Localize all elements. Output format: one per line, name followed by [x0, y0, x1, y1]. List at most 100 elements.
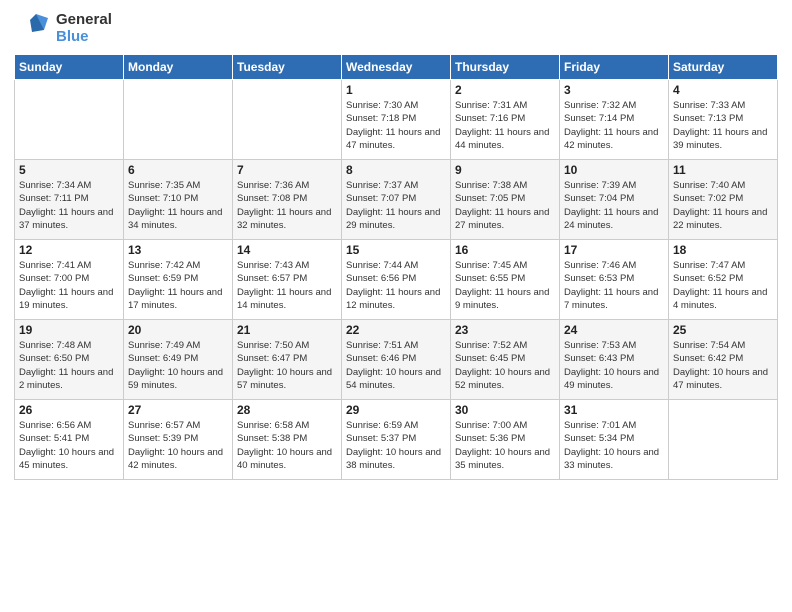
day-number: 5: [19, 163, 119, 177]
logo: General Blue: [14, 10, 112, 46]
day-info: Sunrise: 7:38 AM Sunset: 7:05 PM Dayligh…: [455, 179, 555, 232]
day-info: Sunrise: 7:34 AM Sunset: 7:11 PM Dayligh…: [19, 179, 119, 232]
day-number: 12: [19, 243, 119, 257]
logo-svg: [14, 10, 50, 46]
day-info: Sunrise: 7:33 AM Sunset: 7:13 PM Dayligh…: [673, 99, 773, 152]
day-number: 25: [673, 323, 773, 337]
day-info: Sunrise: 6:57 AM Sunset: 5:39 PM Dayligh…: [128, 419, 228, 472]
day-info: Sunrise: 7:35 AM Sunset: 7:10 PM Dayligh…: [128, 179, 228, 232]
day-info: Sunrise: 7:46 AM Sunset: 6:53 PM Dayligh…: [564, 259, 664, 312]
day-number: 18: [673, 243, 773, 257]
header-cell-friday: Friday: [560, 55, 669, 80]
header-cell-saturday: Saturday: [669, 55, 778, 80]
day-number: 20: [128, 323, 228, 337]
day-cell: 29 Sunrise: 6:59 AM Sunset: 5:37 PM Dayli…: [342, 400, 451, 480]
day-info: Sunrise: 7:48 AM Sunset: 6:50 PM Dayligh…: [19, 339, 119, 392]
day-cell: 23 Sunrise: 7:52 AM Sunset: 6:45 PM Dayli…: [451, 320, 560, 400]
day-info: Sunrise: 6:59 AM Sunset: 5:37 PM Dayligh…: [346, 419, 446, 472]
day-number: 22: [346, 323, 446, 337]
day-info: Sunrise: 7:45 AM Sunset: 6:55 PM Dayligh…: [455, 259, 555, 312]
day-number: 7: [237, 163, 337, 177]
day-number: 13: [128, 243, 228, 257]
logo-blue-text: Blue: [56, 28, 112, 45]
day-number: 10: [564, 163, 664, 177]
day-cell: 17 Sunrise: 7:46 AM Sunset: 6:53 PM Dayli…: [560, 240, 669, 320]
day-cell: 21Sunrise: 7:50 AM Sunset: 6:47 PM Dayli…: [233, 320, 342, 400]
day-cell: 27Sunrise: 6:57 AM Sunset: 5:39 PM Dayli…: [124, 400, 233, 480]
day-cell: [15, 80, 124, 160]
day-number: 17: [564, 243, 664, 257]
day-number: 31: [564, 403, 664, 417]
day-info: Sunrise: 7:41 AM Sunset: 7:00 PM Dayligh…: [19, 259, 119, 312]
day-cell: 30 Sunrise: 7:00 AM Sunset: 5:36 PM Dayli…: [451, 400, 560, 480]
day-cell: 31 Sunrise: 7:01 AM Sunset: 5:34 PM Dayli…: [560, 400, 669, 480]
day-number: 28: [237, 403, 337, 417]
header-cell-thursday: Thursday: [451, 55, 560, 80]
day-number: 23: [455, 323, 555, 337]
day-cell: 15 Sunrise: 7:44 AM Sunset: 6:56 PM Dayli…: [342, 240, 451, 320]
day-info: Sunrise: 7:36 AM Sunset: 7:08 PM Dayligh…: [237, 179, 337, 232]
header-cell-monday: Monday: [124, 55, 233, 80]
day-cell: 19 Sunrise: 7:48 AM Sunset: 6:50 PM Dayli…: [15, 320, 124, 400]
logo-general-text: General: [56, 11, 112, 28]
day-number: 1: [346, 83, 446, 97]
day-cell: 1 Sunrise: 7:30 AM Sunset: 7:18 PM Daylig…: [342, 80, 451, 160]
day-info: Sunrise: 7:54 AM Sunset: 6:42 PM Dayligh…: [673, 339, 773, 392]
day-number: 30: [455, 403, 555, 417]
day-cell: 28 Sunrise: 6:58 AM Sunset: 5:38 PM Dayli…: [233, 400, 342, 480]
day-cell: 7 Sunrise: 7:36 AM Sunset: 7:08 PM Daylig…: [233, 160, 342, 240]
day-cell: 8Sunrise: 7:37 AM Sunset: 7:07 PM Daylig…: [342, 160, 451, 240]
day-info: Sunrise: 7:00 AM Sunset: 5:36 PM Dayligh…: [455, 419, 555, 472]
day-info: Sunrise: 6:56 AM Sunset: 5:41 PM Dayligh…: [19, 419, 119, 472]
day-cell: 9 Sunrise: 7:38 AM Sunset: 7:05 PM Daylig…: [451, 160, 560, 240]
header-cell-sunday: Sunday: [15, 55, 124, 80]
day-number: 4: [673, 83, 773, 97]
day-number: 11: [673, 163, 773, 177]
day-cell: 25 Sunrise: 7:54 AM Sunset: 6:42 PM Dayli…: [669, 320, 778, 400]
day-number: 9: [455, 163, 555, 177]
day-cell: 26 Sunrise: 6:56 AM Sunset: 5:41 PM Dayli…: [15, 400, 124, 480]
day-number: 16: [455, 243, 555, 257]
day-info: Sunrise: 7:01 AM Sunset: 5:34 PM Dayligh…: [564, 419, 664, 472]
day-info: Sunrise: 7:50 AM Sunset: 6:47 PM Dayligh…: [237, 339, 337, 392]
week-row-4: 19 Sunrise: 7:48 AM Sunset: 6:50 PM Dayli…: [15, 320, 778, 400]
day-cell: 18Sunrise: 7:47 AM Sunset: 6:52 PM Dayli…: [669, 240, 778, 320]
day-info: Sunrise: 7:44 AM Sunset: 6:56 PM Dayligh…: [346, 259, 446, 312]
day-info: Sunrise: 6:58 AM Sunset: 5:38 PM Dayligh…: [237, 419, 337, 472]
calendar-body: 1 Sunrise: 7:30 AM Sunset: 7:18 PM Daylig…: [15, 80, 778, 480]
day-cell: 6Sunrise: 7:35 AM Sunset: 7:10 PM Daylig…: [124, 160, 233, 240]
day-cell: 16 Sunrise: 7:45 AM Sunset: 6:55 PM Dayli…: [451, 240, 560, 320]
page-container: General Blue SundayMondayTuesdayWednesda…: [0, 0, 792, 488]
day-number: 19: [19, 323, 119, 337]
day-cell: 2 Sunrise: 7:31 AM Sunset: 7:16 PM Daylig…: [451, 80, 560, 160]
header-cell-wednesday: Wednesday: [342, 55, 451, 80]
day-number: 26: [19, 403, 119, 417]
page-header: General Blue: [14, 10, 778, 46]
header-cell-tuesday: Tuesday: [233, 55, 342, 80]
day-cell: [233, 80, 342, 160]
day-number: 3: [564, 83, 664, 97]
day-info: Sunrise: 7:43 AM Sunset: 6:57 PM Dayligh…: [237, 259, 337, 312]
day-info: Sunrise: 7:32 AM Sunset: 7:14 PM Dayligh…: [564, 99, 664, 152]
day-cell: 4 Sunrise: 7:33 AM Sunset: 7:13 PM Daylig…: [669, 80, 778, 160]
day-info: Sunrise: 7:31 AM Sunset: 7:16 PM Dayligh…: [455, 99, 555, 152]
calendar-table: SundayMondayTuesdayWednesdayThursdayFrid…: [14, 54, 778, 480]
day-info: Sunrise: 7:52 AM Sunset: 6:45 PM Dayligh…: [455, 339, 555, 392]
day-cell: 14 Sunrise: 7:43 AM Sunset: 6:57 PM Dayli…: [233, 240, 342, 320]
day-info: Sunrise: 7:49 AM Sunset: 6:49 PM Dayligh…: [128, 339, 228, 392]
day-info: Sunrise: 7:30 AM Sunset: 7:18 PM Dayligh…: [346, 99, 446, 152]
week-row-5: 26 Sunrise: 6:56 AM Sunset: 5:41 PM Dayli…: [15, 400, 778, 480]
day-number: 15: [346, 243, 446, 257]
day-number: 14: [237, 243, 337, 257]
day-cell: [124, 80, 233, 160]
day-cell: 10Sunrise: 7:39 AM Sunset: 7:04 PM Dayli…: [560, 160, 669, 240]
day-number: 2: [455, 83, 555, 97]
day-number: 24: [564, 323, 664, 337]
day-number: 29: [346, 403, 446, 417]
day-cell: [669, 400, 778, 480]
header-row: SundayMondayTuesdayWednesdayThursdayFrid…: [15, 55, 778, 80]
day-info: Sunrise: 7:53 AM Sunset: 6:43 PM Dayligh…: [564, 339, 664, 392]
day-cell: 20 Sunrise: 7:49 AM Sunset: 6:49 PM Dayli…: [124, 320, 233, 400]
day-cell: 22Sunrise: 7:51 AM Sunset: 6:46 PM Dayli…: [342, 320, 451, 400]
day-cell: 11Sunrise: 7:40 AM Sunset: 7:02 PM Dayli…: [669, 160, 778, 240]
